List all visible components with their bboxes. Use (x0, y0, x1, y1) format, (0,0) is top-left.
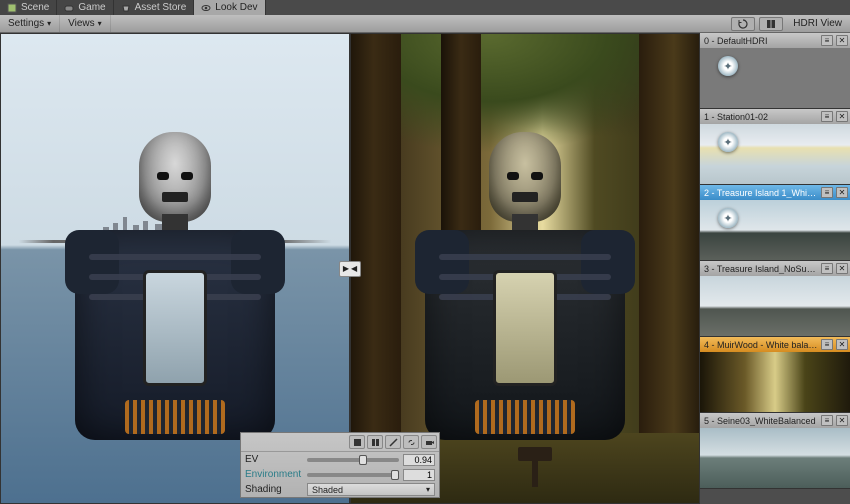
tab-game[interactable]: Game (57, 0, 113, 15)
arrow-right-icon: ▶ (343, 264, 349, 273)
hdri-menu-button[interactable]: ≡ (821, 339, 833, 350)
shading-dropdown[interactable]: Shaded ▾ (307, 483, 435, 496)
hdri-menu-button[interactable]: ≡ (821, 35, 833, 46)
hdri-item-header[interactable]: 5 - Seine03_WhiteBalanced≡✕ (700, 413, 850, 428)
hdri-item[interactable]: 3 - Treasure Island_NoSun - Whit≡✕ (700, 261, 850, 337)
preview-model (60, 132, 290, 452)
hdri-item[interactable]: 5 - Seine03_WhiteBalanced≡✕ (700, 413, 850, 489)
chevron-down-icon: ▾ (98, 19, 102, 28)
sync-icon (738, 19, 748, 29)
hdri-remove-button[interactable]: ✕ (836, 263, 848, 274)
environment-slider-thumb[interactable] (391, 470, 399, 480)
environment-probe-icon: ✦ (718, 132, 738, 152)
hdri-item-name: 5 - Seine03_WhiteBalanced (704, 416, 818, 426)
tab-scene[interactable]: Scene (0, 0, 57, 15)
environment-slider[interactable] (307, 473, 399, 477)
control-toolbar (241, 433, 439, 452)
tab-label: Game (78, 2, 105, 13)
sync-button[interactable] (731, 17, 755, 31)
shading-value: Shaded (312, 485, 343, 495)
hdri-menu-button[interactable]: ≡ (821, 415, 833, 426)
hdri-remove-button[interactable]: ✕ (836, 415, 848, 426)
settings-button[interactable] (421, 435, 437, 449)
toolbar: Settings ▾ Views ▾ HDRI View (0, 15, 850, 33)
hdri-thumbnail[interactable] (700, 276, 850, 336)
hdri-item-name: 3 - Treasure Island_NoSun - Whit (704, 264, 818, 274)
views-dropdown[interactable]: Views ▾ (60, 15, 111, 32)
chevron-down-icon: ▾ (426, 485, 430, 494)
hdri-remove-button[interactable]: ✕ (836, 187, 848, 198)
layout-split-button[interactable] (367, 435, 383, 449)
hdri-item[interactable]: 1 - Station01-02≡✕ ✦ (700, 109, 850, 185)
hdri-remove-button[interactable]: ✕ (836, 35, 848, 46)
tab-label: Look Dev (215, 2, 257, 13)
views-label: Views (68, 18, 95, 29)
layout-zone-button[interactable] (385, 435, 401, 449)
hdri-panel[interactable]: 0 - DefaultHDRI≡✕✦1 - Station01-02≡✕✦2 -… (700, 33, 850, 504)
hdri-item-header[interactable]: 3 - Treasure Island_NoSun - Whit≡✕ (700, 261, 850, 276)
hdri-remove-button[interactable]: ✕ (836, 339, 848, 350)
tab-bar: Scene Game Asset Store Look Dev (0, 0, 850, 15)
diag-icon (389, 438, 398, 447)
environment-probe-icon: ✦ (718, 56, 738, 76)
preview-model (410, 132, 640, 452)
environment-field[interactable] (403, 469, 435, 481)
hdri-item[interactable]: 4 - MuirWood - White balanced≡✕ (700, 337, 850, 413)
environment-probe-icon: ✦ (718, 208, 738, 228)
settings-dropdown[interactable]: Settings ▾ (0, 15, 60, 32)
tab-label: Scene (21, 2, 49, 13)
eye-icon (201, 3, 211, 13)
hdri-menu-button[interactable]: ≡ (821, 111, 833, 122)
hdri-item-name: 2 - Treasure Island 1_White balan (704, 188, 818, 198)
single-icon (353, 438, 362, 447)
link-views-button[interactable] (403, 435, 419, 449)
hdri-item[interactable]: 2 - Treasure Island 1_White balan≡✕ ✦ (700, 185, 850, 261)
view-controls-panel: EV Environment Shading Shaded ▾ (240, 432, 440, 498)
tab-label: Asset Store (135, 2, 187, 13)
ev-slider-thumb[interactable] (359, 455, 367, 465)
hdri-menu-button[interactable]: ≡ (821, 187, 833, 198)
hdri-item-name: 4 - MuirWood - White balanced (704, 340, 818, 350)
ev-row: EV (241, 452, 439, 467)
scene-icon (7, 3, 17, 13)
hdri-item-name: 0 - DefaultHDRI (704, 36, 818, 46)
hdri-thumbnail[interactable] (700, 352, 850, 412)
hdri-thumbnail[interactable]: ✦ (700, 48, 850, 108)
hdri-remove-button[interactable]: ✕ (836, 111, 848, 122)
chevron-down-icon: ▾ (47, 19, 51, 28)
hdri-thumbnail[interactable]: ✦ (700, 200, 850, 260)
tab-look-dev[interactable]: Look Dev (194, 0, 265, 15)
store-icon (121, 3, 131, 13)
settings-label: Settings (8, 18, 44, 29)
link-icon (407, 438, 416, 447)
hdri-menu-button[interactable]: ≡ (821, 263, 833, 274)
camera-icon (425, 438, 434, 447)
hdri-item-name: 1 - Station01-02 (704, 112, 818, 122)
hdri-item-header[interactable]: 2 - Treasure Island 1_White balan≡✕ (700, 185, 850, 200)
tab-asset-store[interactable]: Asset Store (114, 0, 195, 15)
hdri-item[interactable]: 0 - DefaultHDRI≡✕ ✦ (700, 33, 850, 109)
layout-single-button[interactable] (349, 435, 365, 449)
environment-row: Environment (241, 467, 439, 482)
shading-label: Shading (245, 484, 303, 495)
hdri-thumbnail[interactable]: ✦ (700, 124, 850, 184)
ev-field[interactable] (403, 454, 435, 466)
hdri-item-header[interactable]: 4 - MuirWood - White balanced≡✕ (700, 337, 850, 352)
vsplit-icon (371, 438, 380, 447)
hdri-thumbnail[interactable] (700, 428, 850, 488)
hdri-item-header[interactable]: 0 - DefaultHDRI≡✕ (700, 33, 850, 48)
hdri-view-label: HDRI View (785, 18, 850, 29)
hdri-item-header[interactable]: 1 - Station01-02≡✕ (700, 109, 850, 124)
split-handle[interactable]: ▶ ◀ (339, 261, 361, 277)
arrow-left-icon: ◀ (351, 264, 357, 273)
split-icon (766, 19, 776, 29)
side-by-side-button[interactable] (759, 17, 783, 31)
shading-row: Shading Shaded ▾ (241, 482, 439, 497)
game-icon (64, 3, 74, 13)
environment-label: Environment (245, 469, 303, 480)
ev-slider[interactable] (307, 458, 399, 462)
ev-label: EV (245, 454, 303, 465)
